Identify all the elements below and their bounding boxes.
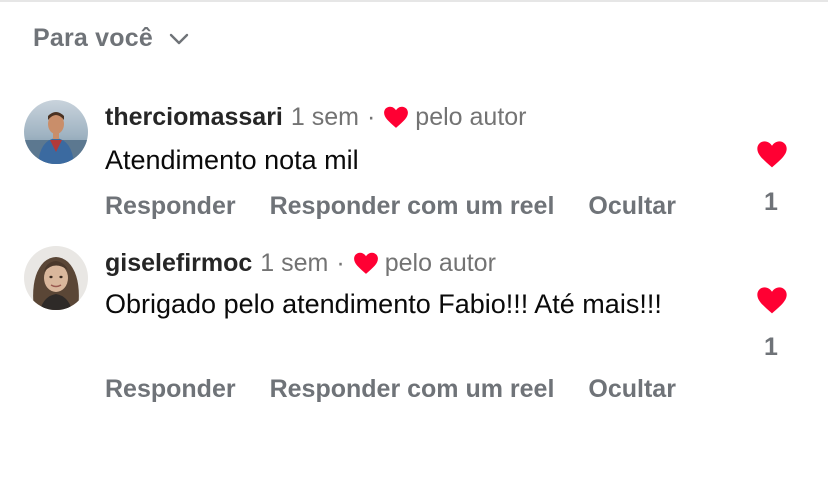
comment-actions: Responder Responder com um reel Ocultar xyxy=(105,188,676,224)
liked-by-author-label: pelo autor xyxy=(415,102,527,131)
like-count: 1 xyxy=(764,333,778,361)
comment-meta: therciomassari 1 sem · pelo autor xyxy=(105,100,527,134)
like-button[interactable] xyxy=(756,285,788,315)
comment-text: Atendimento nota mil xyxy=(105,145,359,175)
liked-by-author-label: pelo autor xyxy=(384,248,496,277)
comment-actions: Responder Responder com um reel Ocultar xyxy=(105,371,676,407)
username-link[interactable]: giselefirmoc xyxy=(105,249,252,278)
hide-button[interactable]: Ocultar xyxy=(588,192,676,221)
heart-icon xyxy=(353,251,379,275)
comment-text: Obrigado pelo atendimento Fabio!!! Até m… xyxy=(105,289,662,319)
separator-dot: · xyxy=(366,102,376,131)
comment-meta: giselefirmoc 1 sem · pelo autor xyxy=(105,246,496,280)
comment-time: 1 sem xyxy=(260,248,329,277)
hide-button[interactable]: Ocultar xyxy=(588,375,676,404)
heart-icon xyxy=(383,105,409,129)
reply-button[interactable]: Responder xyxy=(105,192,236,221)
separator-dot: · xyxy=(336,248,345,277)
like-button[interactable] xyxy=(756,139,788,169)
avatar[interactable] xyxy=(24,246,88,310)
reply-with-reel-button[interactable]: Responder com um reel xyxy=(270,375,555,404)
username-link[interactable]: therciomassari xyxy=(105,103,283,132)
like-count: 1 xyxy=(764,188,778,216)
heart-icon xyxy=(757,141,787,168)
heart-icon xyxy=(757,287,787,314)
comments-panel: Para você therciomassari 1 sem · pelo au… xyxy=(0,0,828,486)
sort-dropdown[interactable]: Para você xyxy=(33,24,190,53)
comment-time: 1 sem xyxy=(290,102,359,131)
top-divider xyxy=(0,0,828,2)
reply-with-reel-button[interactable]: Responder com um reel xyxy=(270,192,555,221)
sort-label: Para você xyxy=(33,24,153,52)
avatar[interactable] xyxy=(24,100,88,164)
chevron-down-icon xyxy=(168,28,190,50)
reply-button[interactable]: Responder xyxy=(105,375,236,404)
